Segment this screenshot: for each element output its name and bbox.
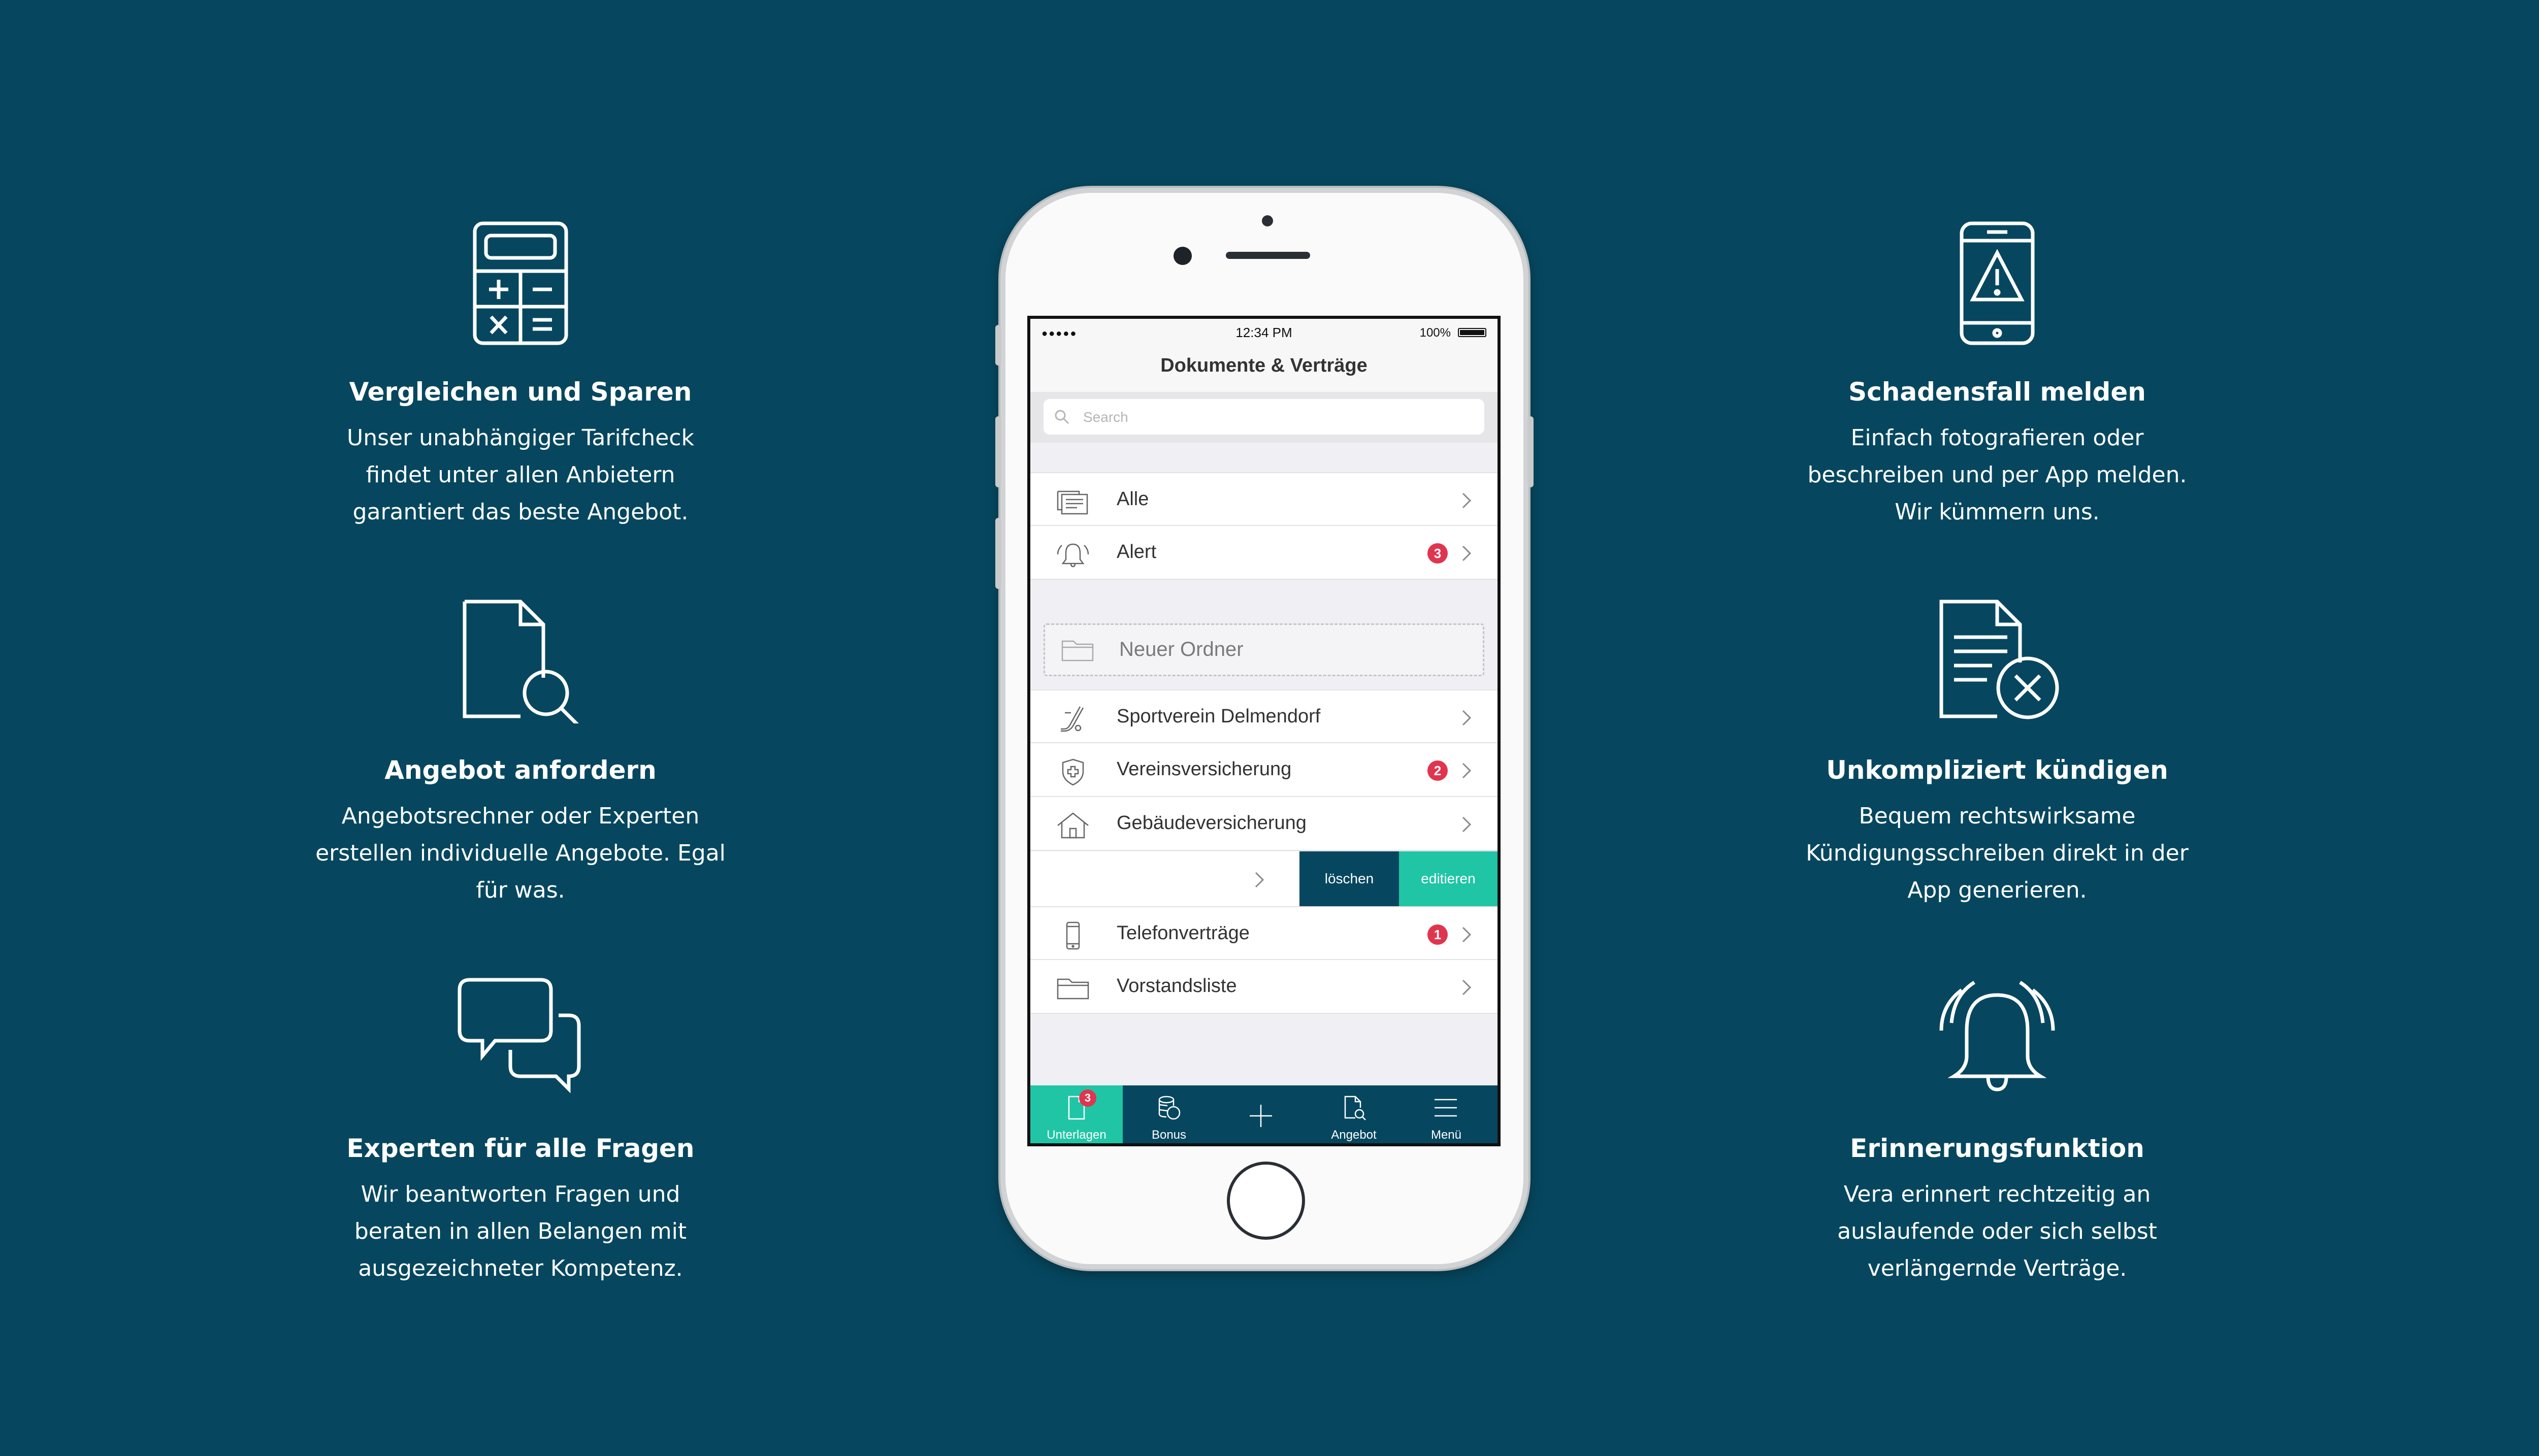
delete-button[interactable]: löschen bbox=[1299, 851, 1399, 906]
alarm-bell-icon bbox=[1055, 540, 1091, 568]
smartphone-icon bbox=[1055, 921, 1091, 950]
chevron-right-icon bbox=[1461, 978, 1472, 999]
status-bar: ●●●●● 12:34 PM 100% bbox=[1030, 319, 1498, 345]
shield-cross-icon bbox=[1055, 757, 1091, 786]
chevron-right-icon bbox=[1461, 544, 1472, 565]
new-folder-label: Neuer Ordner bbox=[1119, 638, 1244, 660]
house-icon bbox=[1055, 811, 1091, 839]
swiped-list-item[interactable]: löschen editieren bbox=[1030, 851, 1498, 906]
home-button[interactable] bbox=[1227, 1162, 1305, 1240]
phone-warning-icon bbox=[1769, 218, 2226, 345]
document-search-icon bbox=[292, 597, 749, 723]
count-badge: 2 bbox=[1427, 760, 1448, 781]
feature-compare-save: Vergleichen und Sparen Unser unabhängige… bbox=[292, 218, 749, 531]
search-input[interactable]: Search bbox=[1044, 399, 1484, 435]
calculator-icon bbox=[292, 218, 749, 345]
feature-description: Vera erinnert rechtzeitig an auslaufende… bbox=[1837, 1181, 2157, 1281]
menu-icon bbox=[1435, 1099, 1457, 1117]
battery-percent: 100% bbox=[1419, 326, 1451, 340]
folder-icon bbox=[1055, 974, 1091, 1001]
search-icon bbox=[1054, 409, 1070, 427]
feature-report-damage: Schadensfall melden Einfach fotografiere… bbox=[1769, 218, 2226, 531]
feature-request-offer: Angebot anfordern Angebotsrechner oder E… bbox=[292, 597, 749, 909]
list-item-vorstandsliste[interactable]: Vorstandsliste bbox=[1030, 960, 1498, 1014]
chevron-right-icon bbox=[1461, 815, 1472, 836]
list-item-telefonvertraege[interactable]: Telefonverträge 1 bbox=[1030, 906, 1498, 960]
count-badge: 3 bbox=[1079, 1089, 1096, 1107]
count-badge: 3 bbox=[1427, 543, 1448, 564]
list-item-label: Gebäudeversicherung bbox=[1117, 812, 1307, 834]
chevron-right-icon bbox=[1461, 491, 1472, 512]
feature-description: Unser unabhängiger Tarifcheck findet unt… bbox=[347, 425, 694, 525]
list-item-alle[interactable]: Alle bbox=[1030, 472, 1498, 526]
list-item-gebaeudeversicherung[interactable]: Gebäudeversicherung bbox=[1030, 797, 1498, 851]
feature-cancel-easy: Unkompliziert kündigen Bequem rechtswirk… bbox=[1769, 597, 2226, 909]
phone-sensor bbox=[1262, 215, 1273, 226]
tab-menu[interactable]: Menü bbox=[1400, 1085, 1492, 1143]
feature-experts: Experten für alle Fragen Wir beantworten… bbox=[292, 975, 749, 1287]
feature-description: Wir beantworten Fragen und beraten in al… bbox=[354, 1181, 687, 1281]
list-item-label: Sportverein Delmendorf bbox=[1117, 706, 1321, 727]
feature-description: Einfach fotografieren oder beschreiben u… bbox=[1807, 425, 2187, 525]
feature-title: Unkompliziert kündigen bbox=[1826, 755, 2168, 785]
search-bar: Search bbox=[1030, 392, 1498, 443]
list-item-label: Vorstandsliste bbox=[1117, 975, 1237, 997]
tab-label: Menü bbox=[1430, 1128, 1462, 1142]
new-folder-button[interactable]: Neuer Ordner bbox=[1044, 623, 1484, 676]
feature-description: Bequem rechtswirksame Kündigungsschreibe… bbox=[1806, 803, 2189, 903]
chevron-right-icon bbox=[1254, 871, 1265, 891]
list-item-alert[interactable]: Alert 3 bbox=[1030, 526, 1498, 580]
chevron-right-icon bbox=[1461, 762, 1472, 782]
list-item-label: Alle bbox=[1117, 488, 1149, 510]
battery-icon bbox=[1458, 328, 1486, 337]
tab-label: Unterlagen bbox=[1047, 1128, 1106, 1142]
phone-screen: ●●●●● 12:34 PM 100% Dokumente & Verträge… bbox=[1027, 316, 1501, 1146]
list-item-sportverein[interactable]: Sportverein Delmendorf bbox=[1030, 689, 1498, 743]
coins-icon bbox=[1158, 1096, 1181, 1120]
folder-icon bbox=[1059, 636, 1096, 667]
chevron-right-icon bbox=[1461, 925, 1472, 946]
page-title: Dokumente & Verträge bbox=[1160, 355, 1368, 376]
feature-title: Schadensfall melden bbox=[1848, 377, 2146, 407]
feature-title: Experten für alle Fragen bbox=[346, 1134, 695, 1163]
feature-title: Vergleichen und Sparen bbox=[349, 377, 692, 407]
list-item-label: Alert bbox=[1117, 541, 1157, 562]
feature-description: Angebotsrechner oder Experten erstellen … bbox=[315, 803, 726, 903]
search-placeholder: Search bbox=[1083, 409, 1128, 425]
tab-bar: 3 Unterlagen Bonus Angebot Menü bbox=[1030, 1085, 1498, 1143]
count-badge: 1 bbox=[1427, 924, 1448, 945]
feature-reminder: Erinnerungsfunktion Vera erinnert rechtz… bbox=[1769, 975, 2226, 1287]
tab-bonus[interactable]: Bonus bbox=[1123, 1085, 1215, 1143]
tab-label: Bonus bbox=[1151, 1128, 1187, 1142]
phone-camera bbox=[1174, 247, 1192, 265]
nav-bar: Dokumente & Verträge bbox=[1030, 345, 1498, 392]
phone-speaker bbox=[1226, 252, 1310, 259]
tab-label: Angebot bbox=[1331, 1128, 1377, 1142]
tab-unterlagen[interactable]: 3 Unterlagen bbox=[1030, 1085, 1123, 1143]
documents-stack-icon bbox=[1055, 487, 1091, 515]
chat-bubbles-icon bbox=[292, 975, 749, 1102]
document-cancel-icon bbox=[1769, 597, 2226, 723]
phone-volume-down bbox=[995, 518, 1001, 589]
phone-mockup: ●●●●● 12:34 PM 100% Dokumente & Verträge… bbox=[995, 188, 1534, 1269]
tab-angebot[interactable]: Angebot bbox=[1308, 1085, 1400, 1143]
phone-volume-up bbox=[995, 416, 1001, 487]
tab-add[interactable] bbox=[1215, 1085, 1308, 1143]
offer-search-icon bbox=[1344, 1096, 1366, 1120]
chevron-right-icon bbox=[1461, 709, 1472, 730]
feature-title: Erinnerungsfunktion bbox=[1850, 1134, 2144, 1163]
bell-ringing-icon bbox=[1769, 975, 2226, 1102]
phone-mute-switch bbox=[995, 325, 1001, 366]
phone-power-button bbox=[1527, 416, 1534, 487]
list-item-vereinsversicherung[interactable]: Vereinsversicherung 2 bbox=[1030, 743, 1498, 797]
list-item-label: Telefonverträge bbox=[1117, 922, 1250, 944]
list-item-label: Vereinsversicherung bbox=[1117, 758, 1292, 780]
feature-title: Angebot anfordern bbox=[384, 755, 657, 785]
hockey-icon bbox=[1055, 705, 1091, 732]
edit-button[interactable]: editieren bbox=[1399, 851, 1498, 906]
plus-icon bbox=[1250, 1105, 1272, 1127]
